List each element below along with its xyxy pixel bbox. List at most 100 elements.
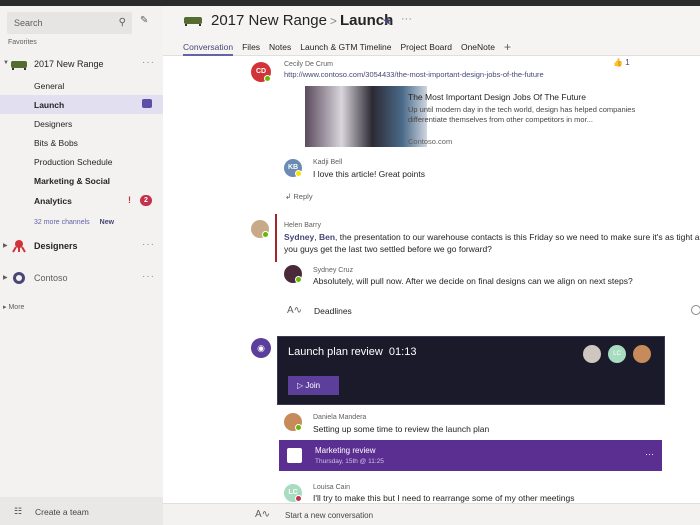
message-text: Sydney, Ben, the presentation to our war…: [284, 232, 700, 242]
caret-right-icon: ▶: [3, 243, 8, 249]
breadcrumb: 2017 New Range > Launch: [211, 12, 393, 29]
search-placeholder: Search: [14, 18, 43, 28]
channel-label: Production Schedule: [34, 157, 113, 167]
caret-right-icon: ▶: [3, 275, 8, 281]
channel-designers[interactable]: Designers: [0, 114, 163, 133]
message-text: I love this article! Great points: [313, 169, 425, 179]
article-link[interactable]: http://www.contoso.com/3054433/the-most-…: [284, 70, 544, 79]
create-team-icon: ☷: [14, 506, 23, 516]
sofa-icon: [11, 61, 27, 70]
channel-bits-bobs[interactable]: Bits & Bobs: [0, 133, 163, 152]
create-team-button[interactable]: ☷ Create a team: [0, 497, 163, 525]
tab-launch-gtm-timeline[interactable]: Launch & GTM Timeline: [300, 42, 391, 52]
tab-project-board[interactable]: Project Board: [400, 42, 452, 52]
breadcrumb-separator: >: [329, 14, 337, 28]
reply-button[interactable]: ↲ Reply: [285, 192, 313, 201]
presence-busy-icon: [295, 495, 302, 502]
unread-badge: 2: [140, 195, 152, 206]
channel-header: 2017 New Range > Launch ★ ··· Conversation…: [163, 6, 700, 56]
message-author: Louisa Cain: [313, 484, 350, 491]
thread-subject: Deadlines: [314, 306, 352, 316]
meeting-title-text: Launch plan review: [288, 346, 383, 358]
more-channels-link[interactable]: 32 more channels New: [34, 219, 114, 226]
search-input[interactable]: Search ⚲: [7, 12, 132, 34]
team-name: Designers: [34, 241, 78, 251]
event-more-icon[interactable]: ···: [645, 449, 654, 459]
tab-files[interactable]: Files: [242, 42, 260, 52]
presence-available-icon: [295, 276, 302, 283]
tab-onenote[interactable]: OneNote: [461, 42, 495, 52]
message-text: Setting up some time to review the launc…: [313, 424, 490, 434]
meeting-duration: 01:13: [388, 346, 417, 358]
join-meeting-button[interactable]: ▷ Join: [288, 376, 339, 395]
presence-away-icon: [295, 170, 302, 177]
search-icon: ⚲: [118, 17, 126, 28]
reply-label: Reply: [293, 192, 313, 201]
channel-marketing-social[interactable]: Marketing & Social: [0, 171, 163, 190]
card-title[interactable]: The Most Important Design Jobs Of The Fu…: [408, 92, 586, 102]
channel-more-icon[interactable]: ···: [401, 13, 412, 25]
mention-sydney[interactable]: Sydney: [284, 232, 314, 242]
emoji-icon[interactable]: [691, 305, 700, 315]
thumbs-up-icon: 👍: [613, 58, 623, 67]
message-author: Daniela Mandera: [313, 414, 367, 421]
meeting-card: Launch plan review 01:13 LC ▷ Join: [277, 336, 665, 405]
add-tab-button[interactable]: +: [504, 40, 511, 54]
like-count[interactable]: 👍 1: [613, 58, 630, 67]
message-text: I'll try to make this but I need to rear…: [313, 493, 575, 503]
video-camera-icon: [142, 99, 152, 108]
message-text: you guys get the last two settled before…: [284, 244, 492, 254]
octopus-icon: [12, 240, 26, 253]
tab-bar: Conversation Files Notes Launch & GTM Timel…: [183, 40, 520, 56]
team-logo-icon: [184, 17, 202, 26]
important-marker: [275, 214, 277, 262]
channel-label: Launch: [34, 100, 65, 110]
video-camera-icon: ▷: [297, 381, 304, 390]
more-options-icon[interactable]: ···: [142, 57, 155, 68]
message-author: Sydney Cruz: [313, 267, 354, 274]
compose-box[interactable]: A∿ Start a new conversation: [163, 503, 700, 525]
calendar-icon: [287, 448, 302, 463]
presence-available-icon: [264, 75, 271, 82]
meeting-icon: ◉: [251, 338, 271, 358]
meeting-title: Launch plan review 01:13: [288, 346, 416, 358]
presence-available-icon: [262, 231, 269, 238]
calendar-event[interactable]: Marketing review Thursday, 15th @ 11:25 …: [279, 440, 662, 471]
channel-label: Analytics: [34, 196, 72, 206]
card-description: Up until modern day in the tech world, d…: [408, 105, 636, 124]
more-channels-label: 32 more channels: [34, 219, 90, 226]
compose-placeholder: Start a new conversation: [285, 511, 374, 520]
caret-down-icon: ▼: [3, 60, 9, 66]
favorite-star-icon[interactable]: ★: [382, 14, 393, 28]
more-label: More: [8, 304, 25, 311]
format-icon[interactable]: A∿: [255, 509, 270, 520]
channel-launch[interactable]: Launch: [0, 95, 163, 114]
team-contoso[interactable]: ▶ Contoso ···: [0, 268, 163, 290]
event-title: Marketing review: [315, 446, 376, 455]
card-source: Contoso.com: [408, 137, 453, 146]
tab-conversation[interactable]: Conversation: [183, 42, 234, 56]
team-designers[interactable]: ▶ Designers ···: [0, 236, 163, 258]
main-pane: 2017 New Range > Launch ★ ··· Conversation…: [163, 6, 700, 525]
reply-icon: ↲: [285, 192, 292, 201]
team-2017-new-range[interactable]: ▼ 2017 New Range ···: [0, 54, 163, 76]
participant-avatar: [633, 345, 651, 363]
more-teams-link[interactable]: ▸ More: [3, 303, 24, 311]
presence-available-icon: [295, 424, 302, 431]
contoso-logo-icon: [13, 272, 25, 284]
channel-label: General: [34, 81, 65, 91]
more-options-icon[interactable]: ···: [142, 239, 155, 250]
format-icon: A∿: [287, 305, 303, 316]
channel-analytics[interactable]: Analytics! 2: [0, 191, 163, 210]
sidebar: Search ⚲ ✎ Favorites ▼ 2017 New Range ···…: [0, 6, 163, 525]
event-time: Thursday, 15th @ 11:25: [315, 458, 384, 465]
mention-ben[interactable]: Ben: [319, 232, 335, 242]
join-label: Join: [305, 381, 321, 390]
channel-general[interactable]: General: [0, 76, 163, 95]
tab-notes[interactable]: Notes: [269, 42, 291, 52]
breadcrumb-team[interactable]: 2017 New Range: [211, 12, 327, 29]
channel-label: Bits & Bobs: [34, 138, 78, 148]
more-options-icon[interactable]: ···: [142, 271, 155, 282]
compose-icon[interactable]: ✎: [140, 15, 148, 26]
channel-production-schedule[interactable]: Production Schedule: [0, 152, 163, 171]
